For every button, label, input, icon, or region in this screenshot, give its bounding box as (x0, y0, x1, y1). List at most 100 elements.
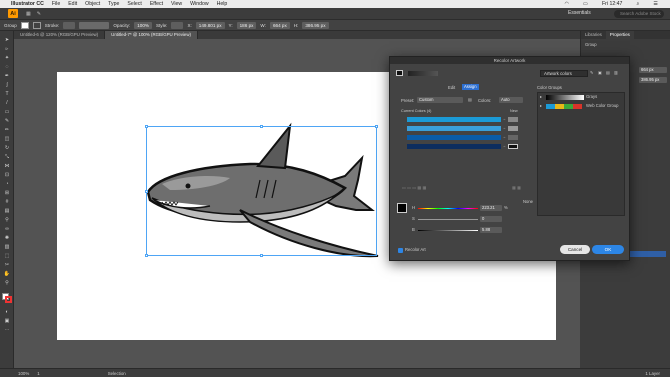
resize-handle-sw[interactable] (145, 254, 148, 257)
line-tool-icon[interactable]: / (3, 100, 11, 107)
color-group-grays[interactable]: Grays (586, 94, 597, 99)
preset-select[interactable]: Custom (417, 97, 463, 103)
brush-definition-field[interactable] (79, 21, 110, 29)
color-group-web[interactable]: Web Color Group (586, 103, 619, 108)
stroke-color-icon[interactable] (5, 296, 12, 303)
saturation-field[interactable]: 0 (480, 216, 502, 222)
artwork-colors-field[interactable]: Artwork colors (540, 70, 588, 77)
resize-handle-w[interactable] (145, 190, 148, 193)
web-color-group-swatches[interactable] (546, 104, 582, 109)
selection-bounding-box[interactable] (145, 125, 378, 257)
properties-w-field[interactable]: 664 px (639, 67, 667, 73)
preset-options-icon[interactable]: ▤ (468, 97, 472, 102)
direct-selection-tool-icon[interactable]: ▹ (3, 46, 11, 53)
x-field[interactable]: 149.801 px (195, 21, 225, 29)
eyedropper-icon[interactable]: ✎ (590, 70, 594, 75)
tab-assign[interactable]: Assign (462, 84, 479, 90)
delete-icon[interactable]: ▥ (614, 70, 618, 75)
current-color-row[interactable] (407, 135, 501, 140)
curvature-tool-icon[interactable]: ∫ (3, 82, 11, 89)
mesh-tool-icon[interactable]: # (3, 199, 11, 206)
resize-handle-s[interactable] (260, 254, 263, 257)
menu-app-name[interactable]: Illustrator CC (11, 1, 44, 7)
symbol-sprayer-tool-icon[interactable]: ✺ (3, 235, 11, 242)
hand-tool-icon[interactable]: ✋ (3, 271, 11, 278)
ok-button[interactable]: OK (592, 245, 624, 254)
active-color-swatch[interactable] (396, 70, 403, 76)
paintbrush-tool-icon[interactable]: ✎ (3, 118, 11, 125)
magic-wand-tool-icon[interactable]: ✦ (3, 55, 11, 62)
pen-icon[interactable]: ✎ (37, 11, 41, 17)
assign-arrow-icon[interactable]: → (502, 116, 506, 121)
menu-effect[interactable]: Effect (150, 1, 163, 7)
more-tools-icon[interactable]: ⋯ (3, 327, 11, 334)
assign-arrow-icon[interactable]: → (502, 125, 506, 130)
new-group-icon[interactable]: ▣ (598, 70, 602, 75)
h-field[interactable]: 386.95 px (302, 21, 329, 29)
battery-icon[interactable]: ▭ (583, 1, 588, 7)
width-tool-icon[interactable]: ⋈ (3, 163, 11, 170)
menu-edit[interactable]: Edit (68, 1, 77, 7)
zoom-tool-icon[interactable]: ⚲ (3, 280, 11, 287)
selection-tool-icon[interactable]: ➤ (3, 37, 11, 44)
new-color-swatch[interactable] (508, 144, 518, 149)
arrange-icon[interactable]: ▦ (26, 11, 31, 17)
slice-tool-icon[interactable]: ✂ (3, 262, 11, 269)
gradient-tool-icon[interactable]: ▤ (3, 208, 11, 215)
clock[interactable]: Fri 12:47 (602, 1, 622, 7)
column-graph-tool-icon[interactable]: ▥ (3, 244, 11, 251)
doc-tab-untitled-7[interactable]: Untitled-7* @ 100% (RGB/GPU Preview) (105, 31, 199, 39)
perspective-grid-tool-icon[interactable]: ⊞ (3, 190, 11, 197)
tab-properties[interactable]: Properties (605, 31, 634, 39)
folder-icon[interactable]: ▤ (606, 70, 610, 75)
color-row-tools-icon[interactable]: ▭ ▭ ▭ ▦ ▦ (402, 185, 426, 190)
grays-swatches[interactable] (546, 95, 584, 100)
selected-color-swatch[interactable] (397, 203, 407, 213)
menu-help[interactable]: Help (217, 1, 228, 7)
eyedropper-tool-icon[interactable]: ⚲ (3, 217, 11, 224)
tab-libraries[interactable]: Libraries (581, 31, 606, 39)
y-field[interactable]: 186 px (236, 21, 257, 29)
current-tool[interactable]: Selection (108, 371, 126, 376)
type-tool-icon[interactable]: T (3, 91, 11, 98)
drawing-mode-icon[interactable]: ◐ (3, 309, 11, 316)
menu-window[interactable]: Window (190, 1, 208, 7)
scale-tool-icon[interactable]: ⤡ (3, 154, 11, 161)
resize-handle-ne[interactable] (375, 125, 378, 128)
eraser-tool-icon[interactable]: ◫ (3, 136, 11, 143)
recolor-art-checkbox[interactable] (398, 248, 403, 253)
color-strip[interactable] (408, 71, 438, 76)
new-color-swatch[interactable] (508, 117, 518, 122)
stroke-weight-field[interactable] (63, 21, 76, 29)
workspace-switcher[interactable]: Essentials (568, 10, 591, 16)
menu-object[interactable]: Object (85, 1, 100, 7)
hue-field[interactable]: 223.21 (480, 205, 502, 211)
current-color-row[interactable] (407, 117, 501, 122)
lasso-tool-icon[interactable]: ◌ (3, 64, 11, 71)
assign-arrow-icon[interactable]: → (502, 134, 506, 139)
blend-tool-icon[interactable]: ∞ (3, 226, 11, 233)
menu-select[interactable]: Select (127, 1, 141, 7)
artboard-tool-icon[interactable]: ⬚ (3, 253, 11, 260)
new-color-swatch[interactable] (508, 126, 518, 131)
stroke-swatch[interactable] (32, 21, 41, 29)
resize-handle-nw[interactable] (145, 125, 148, 128)
brightness-slider[interactable] (418, 230, 478, 231)
brightness-field[interactable]: 5.88 (480, 227, 502, 233)
group-expand-icon[interactable]: ▸ (540, 103, 542, 108)
menu-type[interactable]: Type (108, 1, 119, 7)
shape-builder-tool-icon[interactable]: ◔ (3, 181, 11, 188)
colors-select[interactable]: Auto (499, 97, 523, 103)
pencil-tool-icon[interactable]: ✏ (3, 127, 11, 134)
screen-mode-icon[interactable]: ▣ (3, 318, 11, 325)
w-field[interactable]: 664 px (269, 21, 290, 29)
group-expand-icon[interactable]: ▸ (540, 94, 542, 99)
zoom-level[interactable]: 100% (18, 371, 29, 376)
stock-search-input[interactable]: Search Adobe Stock (614, 10, 664, 18)
assign-arrow-icon[interactable]: → (502, 143, 506, 148)
rotate-tool-icon[interactable]: ↻ (3, 145, 11, 152)
properties-h-field[interactable]: 386.95 px (639, 77, 667, 83)
style-field[interactable] (171, 21, 184, 29)
new-color-swatch[interactable] (508, 135, 518, 140)
current-color-row[interactable] (407, 126, 501, 131)
